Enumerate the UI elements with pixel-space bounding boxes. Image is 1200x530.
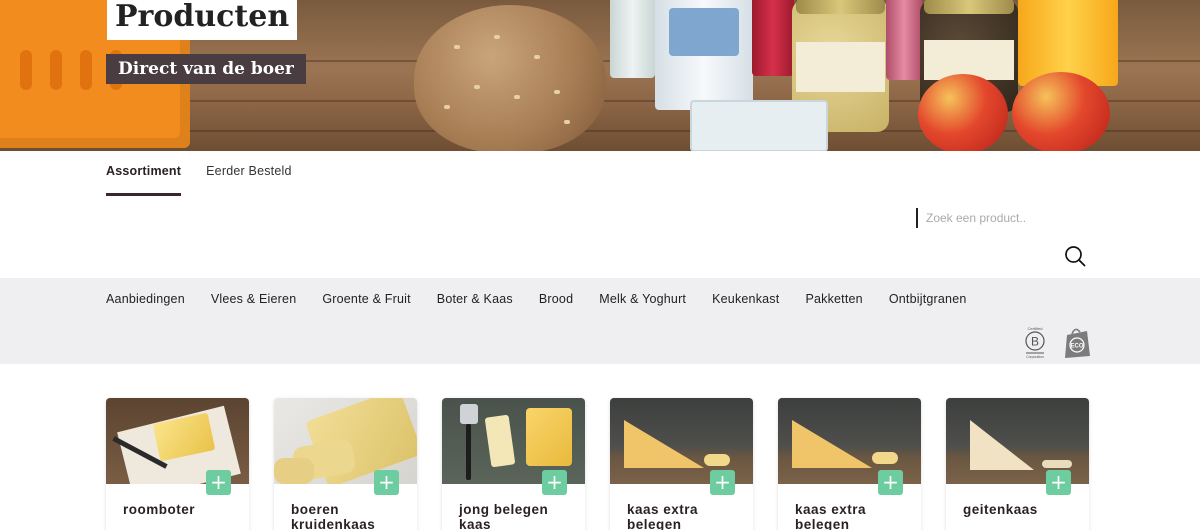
category-groente-fruit[interactable]: Groente & Fruit — [322, 292, 410, 306]
apple-image — [918, 74, 1008, 151]
bottle-image — [610, 0, 655, 78]
apple-image-2 — [1012, 72, 1110, 151]
product-card[interactable]: + roomboter — [106, 398, 249, 530]
juice-bottle-image-2 — [886, 0, 922, 80]
eco-label: ECO — [1070, 344, 1083, 350]
product-card[interactable]: + geitenkaas — [946, 398, 1089, 530]
category-boter-kaas[interactable]: Boter & Kaas — [437, 292, 513, 306]
add-to-cart-button[interactable]: + — [878, 470, 903, 495]
product-card[interactable]: + kaas extra belegen — [778, 398, 921, 530]
b-corp-logo: Certified B Corporation — [1025, 326, 1045, 359]
add-to-cart-button[interactable]: + — [206, 470, 231, 495]
category-vlees-eieren[interactable]: Vlees & Eieren — [211, 292, 296, 306]
category-pakketten[interactable]: Pakketten — [805, 292, 862, 306]
product-name: geitenkaas — [963, 502, 1038, 517]
category-bar: Aanbiedingen Vlees & Eieren Groente & Fr… — [0, 278, 1200, 364]
product-card[interactable]: + kaas extra belegen — [610, 398, 753, 530]
tab-eerder-besteld[interactable]: Eerder Besteld — [206, 164, 291, 196]
tab-assortiment[interactable]: Assortiment — [106, 164, 182, 196]
bread-image — [414, 5, 606, 151]
category-keukenkast[interactable]: Keukenkast — [712, 292, 779, 306]
b-corp-bottom: Corporation — [1026, 355, 1044, 359]
eco-bag-logo: ECO — [1065, 328, 1090, 358]
product-card[interactable]: + boeren kruidenkaas — [274, 398, 417, 530]
page-subtitle: Direct van de boer — [106, 54, 306, 84]
hero-banner: Producten Direct van de boer — [0, 0, 1200, 151]
product-name: boeren kruidenkaas — [291, 502, 376, 530]
category-nav: Aanbiedingen Vlees & Eieren Groente & Fr… — [106, 292, 967, 306]
b-corp-top: Certified — [1028, 326, 1043, 331]
product-name: kaas extra belegen — [795, 502, 867, 530]
butter-box-image — [690, 100, 828, 151]
category-ontbijtgranen[interactable]: Ontbijtgranen — [889, 292, 967, 306]
add-to-cart-button[interactable]: + — [542, 470, 567, 495]
add-to-cart-button[interactable]: + — [374, 470, 399, 495]
page-title: Producten — [107, 0, 298, 40]
category-melk-yoghurt[interactable]: Melk & Yoghurt — [599, 292, 686, 306]
kefir-bottle-image — [655, 0, 753, 110]
add-to-cart-button[interactable]: + — [710, 470, 735, 495]
product-card[interactable]: + jong belegen kaas — [442, 398, 585, 530]
product-name: roomboter — [123, 502, 195, 517]
search-icon[interactable] — [1064, 245, 1086, 267]
product-name: kaas extra belegen — [627, 502, 699, 530]
search-input[interactable] — [916, 208, 1096, 228]
category-aanbiedingen[interactable]: Aanbiedingen — [106, 292, 185, 306]
tab-bar: Assortiment Eerder Besteld — [106, 164, 292, 196]
add-to-cart-button[interactable]: + — [1046, 470, 1071, 495]
product-name: jong belegen kaas — [459, 502, 549, 530]
juice-bottle-image — [752, 0, 794, 76]
product-grid: + roomboter + boeren kruidenkaas + jong … — [106, 398, 1089, 530]
b-corp-letter: B — [1031, 335, 1039, 349]
category-brood[interactable]: Brood — [539, 292, 573, 306]
